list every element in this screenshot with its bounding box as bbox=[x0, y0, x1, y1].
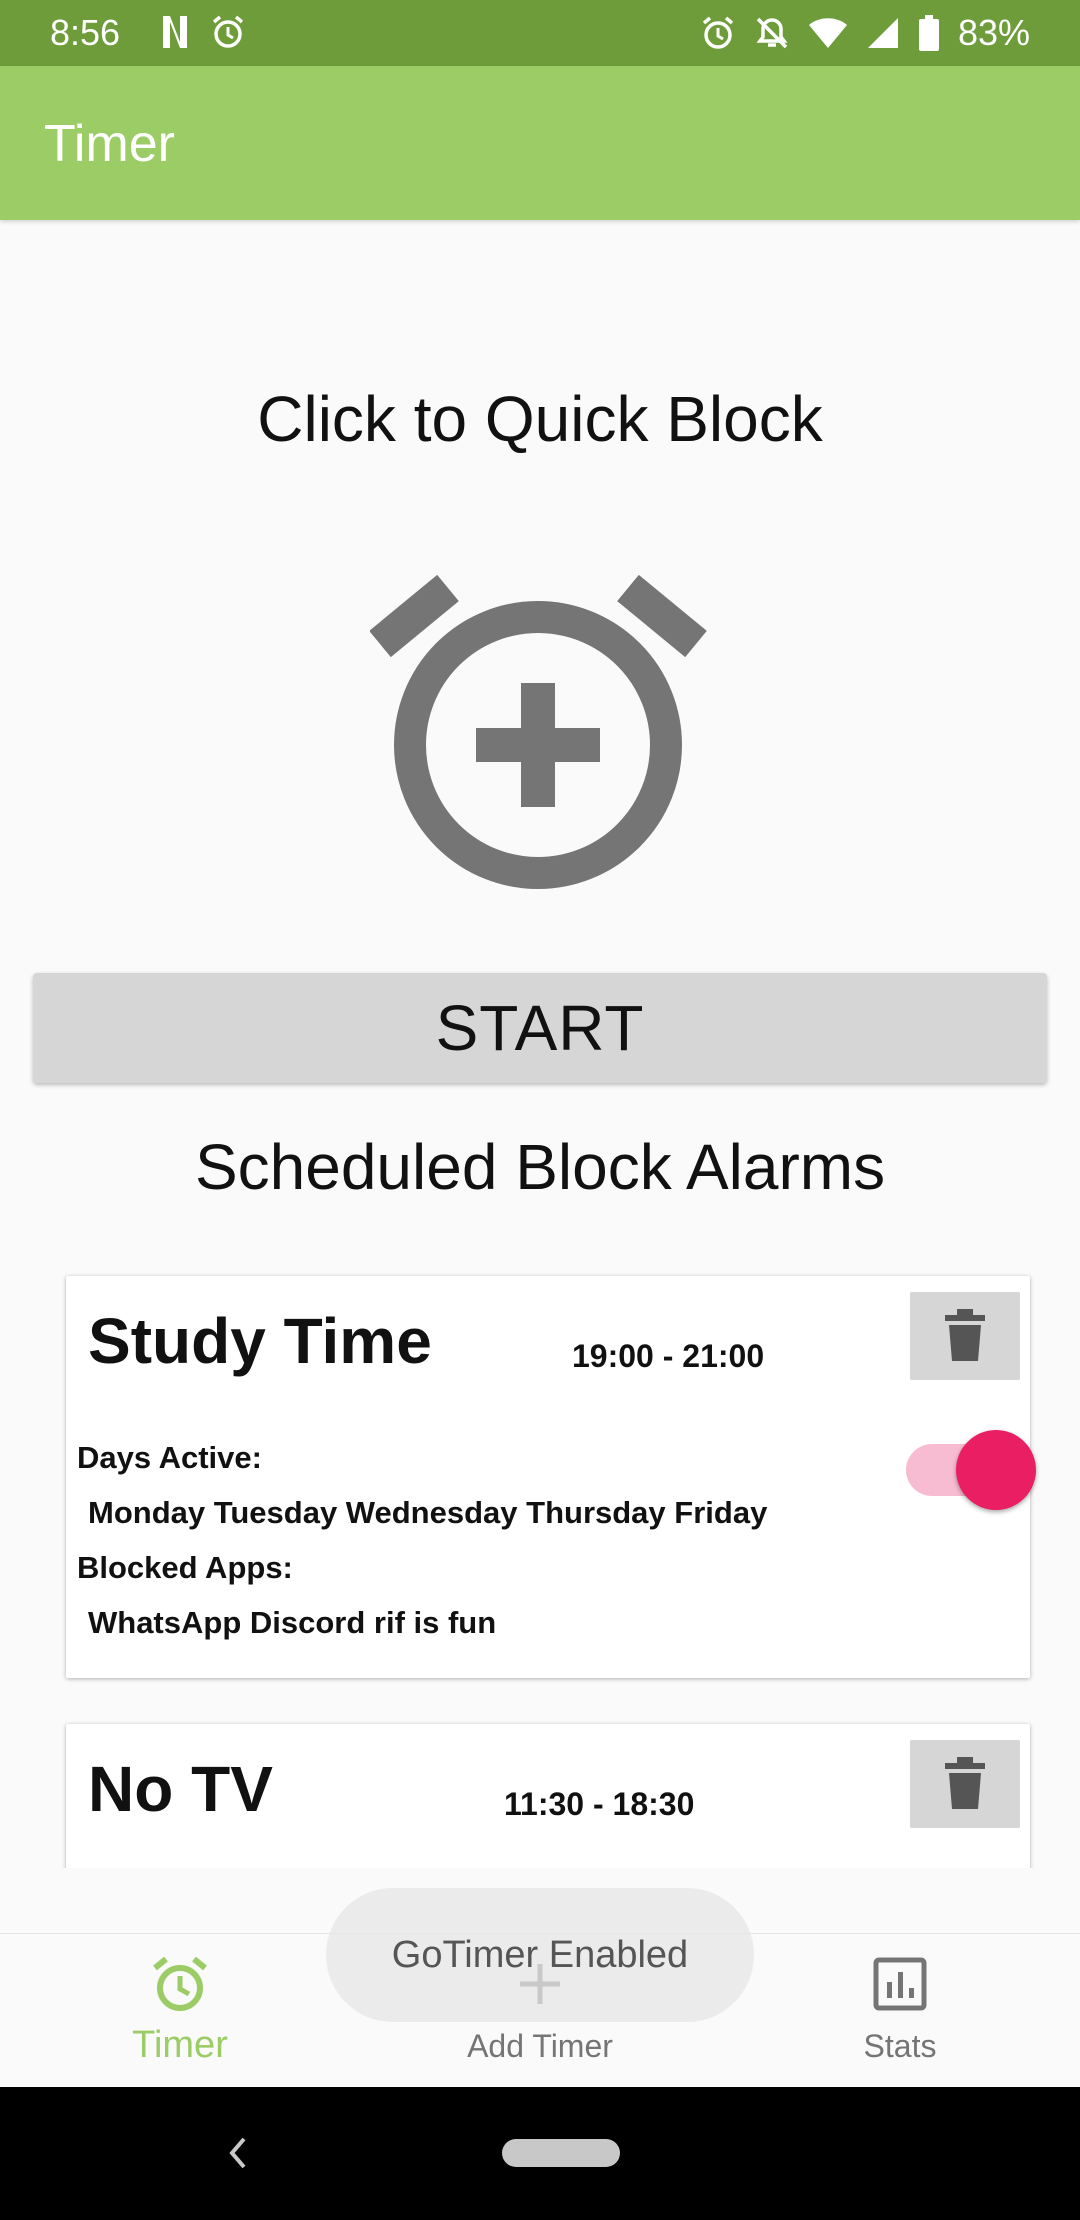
status-time: 8:56 bbox=[50, 12, 121, 53]
battery-icon bbox=[918, 15, 940, 51]
days-active-label: Days Active: bbox=[77, 1440, 262, 1475]
days-active-value: Monday Tuesday Wednesday Thursday Friday bbox=[88, 1495, 768, 1530]
alarm-toggle[interactable] bbox=[896, 1422, 1036, 1510]
alarm-icon bbox=[210, 14, 246, 50]
start-button[interactable]: START bbox=[33, 973, 1047, 1083]
status-left-icons bbox=[160, 14, 246, 50]
nav-label-add-timer: Add Timer bbox=[467, 2028, 613, 2064]
nav-item-timer[interactable]: Timer bbox=[0, 1934, 360, 2088]
alarm-add-icon[interactable] bbox=[369, 560, 710, 900]
delete-alarm-button[interactable] bbox=[910, 1740, 1020, 1828]
netflix-icon bbox=[160, 14, 190, 50]
status-bar: 8:56 83% bbox=[0, 0, 1080, 66]
signal-icon bbox=[866, 16, 900, 50]
alarm-card[interactable]: No TV 11:30 - 18:30 bbox=[66, 1724, 1030, 1868]
alarm-icon bbox=[150, 1954, 210, 2014]
alarm-hours: 11:30 - 18:30 bbox=[504, 1786, 695, 1822]
alarm-icon bbox=[700, 15, 736, 51]
blocked-apps-value: WhatsApp Discord rif is fun bbox=[88, 1605, 497, 1640]
trash-icon bbox=[945, 1756, 985, 1812]
toast: GoTimer Enabled bbox=[326, 1888, 754, 2022]
blocked-apps-label: Blocked Apps: bbox=[77, 1550, 293, 1585]
status-right-icons: 83% bbox=[700, 12, 1030, 54]
scheduled-alarms-title: Scheduled Block Alarms bbox=[194, 1131, 886, 1203]
system-nav-bar bbox=[0, 2087, 1080, 2220]
battery-percent: 83% bbox=[957, 12, 1030, 53]
quick-block-title: Click to Quick Block bbox=[257, 383, 823, 455]
alarm-name: No TV bbox=[88, 1753, 273, 1825]
home-pill[interactable] bbox=[502, 2139, 620, 2167]
alarm-card[interactable]: Study Time 19:00 - 21:00 Days Active: Mo… bbox=[66, 1276, 1036, 1678]
wifi-icon bbox=[808, 16, 848, 50]
alarm-name: Study Time bbox=[88, 1305, 432, 1377]
trash-icon bbox=[945, 1308, 985, 1364]
nav-label-timer: Timer bbox=[132, 2024, 228, 2066]
alarm-list[interactable]: Study Time 19:00 - 21:00 Days Active: Mo… bbox=[0, 1260, 1080, 1868]
back-button[interactable] bbox=[218, 2123, 258, 2183]
nav-item-stats[interactable]: Stats bbox=[720, 1934, 1080, 2088]
alarm-hours: 19:00 - 21:00 bbox=[572, 1338, 765, 1374]
notifications-off-icon bbox=[754, 15, 790, 51]
delete-alarm-button[interactable] bbox=[910, 1292, 1020, 1380]
toggle-thumb bbox=[956, 1430, 1036, 1510]
nav-label-stats: Stats bbox=[863, 2028, 937, 2064]
app-bar: Timer bbox=[0, 66, 1080, 220]
bar-chart-icon bbox=[870, 1954, 930, 2014]
page-title: Timer bbox=[44, 115, 175, 173]
